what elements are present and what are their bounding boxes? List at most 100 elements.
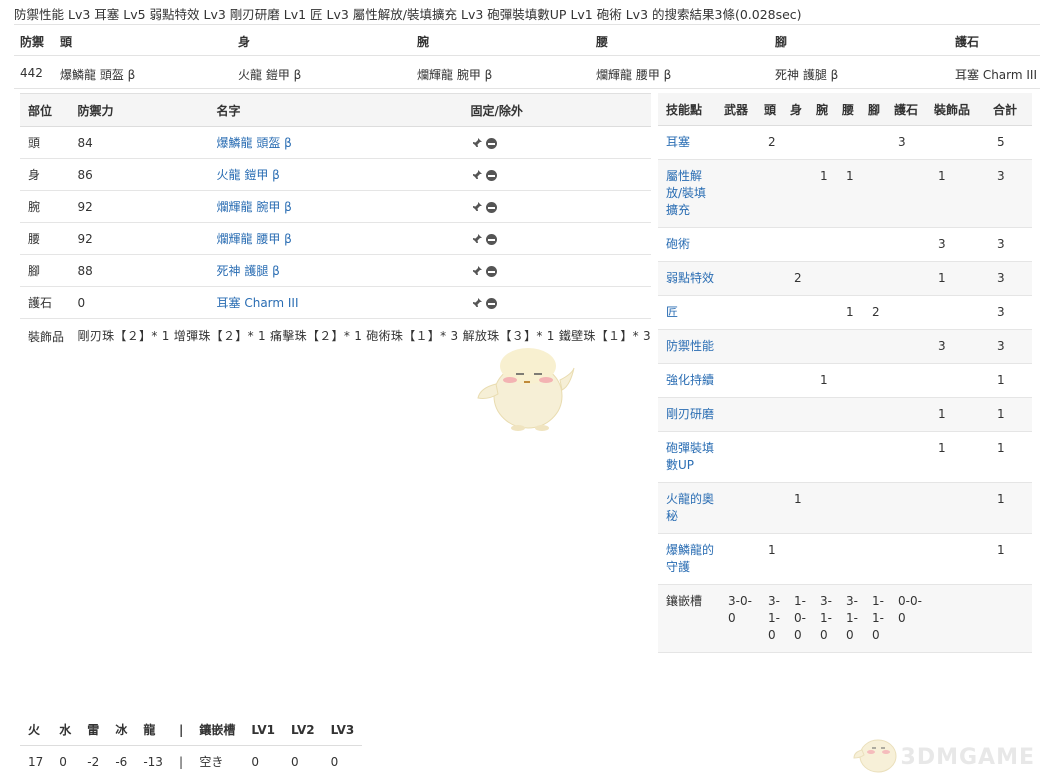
skill-cell	[786, 329, 812, 364]
slot-cell: 3-1-0	[838, 584, 864, 653]
exclude-icon[interactable]	[485, 137, 497, 149]
exclude-icon[interactable]	[485, 233, 497, 245]
col-total: 合計	[989, 93, 1032, 126]
skill-cell	[838, 329, 864, 364]
watermark-text: 3DMGAME	[900, 745, 1035, 770]
slots-label: 鑲嵌槽	[658, 584, 720, 653]
result-summary-row[interactable]: 442 爆鱗龍 頭盔 β 火龍 鎧甲 β 爛輝龍 腕甲 β 爛輝龍 腰甲 β 死…	[14, 56, 1040, 89]
col-fire: 火	[20, 714, 52, 746]
armor-link[interactable]: 爛輝龍 腰甲 β	[217, 232, 292, 246]
header-body: 身	[238, 35, 251, 49]
skill-cell	[864, 159, 890, 228]
skill-cell	[812, 227, 838, 262]
pin-icon[interactable]	[471, 297, 483, 309]
skill-cell	[838, 227, 864, 262]
equipment-table: 部位 防禦力 名字 固定/除外 頭 84 爆鱗龍 頭盔 β 身 86 火龍 鎧甲…	[20, 93, 651, 352]
skills-table: 技能點 武器 頭 身 腕 腰 腳 護石 裝飾品 合計 耳塞 235 屬性解放/裝…	[658, 93, 1032, 653]
pin-icon[interactable]	[471, 265, 483, 277]
skill-link[interactable]: 砲彈裝填數UP	[666, 441, 714, 472]
exclude-icon[interactable]	[485, 201, 497, 213]
skill-cell: 1	[930, 397, 990, 432]
waist-armor: 爛輝龍 腰甲 β	[596, 68, 672, 82]
skill-link[interactable]: 砲術	[666, 237, 690, 251]
header-charm: 護石	[955, 35, 980, 49]
separator: |	[178, 754, 183, 769]
pin-icon[interactable]	[471, 233, 483, 245]
skill-cell	[812, 431, 838, 483]
skill-cell	[930, 125, 990, 160]
defense-cell: 0	[69, 286, 209, 319]
defense-cell: 92	[69, 190, 209, 223]
skill-cell	[760, 295, 786, 330]
skill-total: 3	[989, 159, 1032, 228]
skill-cell	[720, 159, 760, 228]
skill-cell	[864, 261, 890, 296]
armor-link[interactable]: 爆鱗龍 頭盔 β	[217, 136, 292, 150]
skill-cell	[760, 482, 786, 534]
skill-link[interactable]: 爆鱗龍的守護	[666, 543, 714, 574]
skill-link[interactable]: 耳塞	[666, 135, 690, 149]
skill-cell	[760, 329, 786, 364]
skill-cell: 1	[838, 159, 864, 228]
table-row: 砲術 33	[658, 227, 1032, 262]
table-row: 火龍的奧秘 1 1	[658, 482, 1032, 534]
pin-icon[interactable]	[471, 169, 483, 181]
skill-total: 3	[989, 227, 1032, 262]
col-weapon: 武器	[720, 93, 760, 126]
pin-icon[interactable]	[471, 201, 483, 213]
skill-total: 5	[989, 125, 1032, 160]
skill-link[interactable]: 匠	[666, 305, 678, 319]
skill-link[interactable]: 強化持續	[666, 373, 714, 387]
skill-cell	[930, 533, 990, 585]
armor-link[interactable]: 火龍 鎧甲 β	[217, 168, 280, 182]
skill-cell: 2	[760, 125, 786, 160]
resistance-table: 火 水 雷 冰 龍 | 鑲嵌槽 LV1 LV2 LV3 17 0 -2 -6 -…	[20, 714, 363, 778]
skill-cell	[786, 397, 812, 432]
col-defense: 防禦力	[69, 93, 209, 127]
skill-cell	[838, 363, 864, 398]
skill-cell	[720, 363, 760, 398]
action-cell	[462, 190, 651, 223]
skill-cell	[930, 363, 990, 398]
skill-cell	[890, 261, 930, 296]
exclude-icon[interactable]	[485, 169, 497, 181]
table-row: 匠 12 3	[658, 295, 1032, 330]
defense-value: 442	[20, 66, 43, 80]
skill-link[interactable]: 弱點特效	[666, 271, 714, 285]
skill-cell	[890, 159, 930, 228]
skill-link[interactable]: 防禦性能	[666, 339, 714, 353]
skill-cell	[812, 533, 838, 585]
skill-link[interactable]: 屬性解放/裝填擴充	[666, 169, 706, 217]
slots-value: 空き	[199, 755, 224, 769]
skill-cell	[760, 227, 786, 262]
part-cell: 腕	[20, 190, 70, 223]
skill-cell	[720, 227, 760, 262]
skill-cell	[864, 431, 890, 483]
defense-cell: 84	[69, 126, 209, 159]
col-decoration: 裝飾品	[930, 93, 990, 126]
table-row: 17 0 -2 -6 -13 | 空き 0 0 0	[20, 746, 362, 778]
skill-link[interactable]: 剛刃研磨	[666, 407, 714, 421]
col-slots: 鑲嵌槽	[191, 714, 244, 746]
skill-cell: 1	[838, 295, 864, 330]
skill-cell	[890, 431, 930, 483]
exclude-icon[interactable]	[485, 297, 497, 309]
skill-total: 3	[989, 295, 1032, 330]
skill-cell	[864, 482, 890, 534]
armor-link[interactable]: 爛輝龍 腕甲 β	[217, 200, 292, 214]
ice-value: -6	[115, 754, 128, 769]
action-cell	[462, 158, 651, 191]
armor-link[interactable]: 耳塞 Charm III	[217, 296, 299, 310]
skill-cell	[864, 363, 890, 398]
skill-link[interactable]: 火龍的奧秘	[666, 492, 714, 523]
skill-cell	[890, 363, 930, 398]
exclude-icon[interactable]	[485, 265, 497, 277]
skill-cell	[812, 261, 838, 296]
armor-link[interactable]: 死神 護腿 β	[217, 264, 280, 278]
pin-icon[interactable]	[471, 137, 483, 149]
col-separator: |	[170, 714, 192, 746]
table-row: 耳塞 2 3 5	[658, 125, 1032, 160]
skill-cell	[720, 329, 760, 364]
skill-cell	[786, 295, 812, 330]
skill-cell: 3	[930, 227, 990, 262]
